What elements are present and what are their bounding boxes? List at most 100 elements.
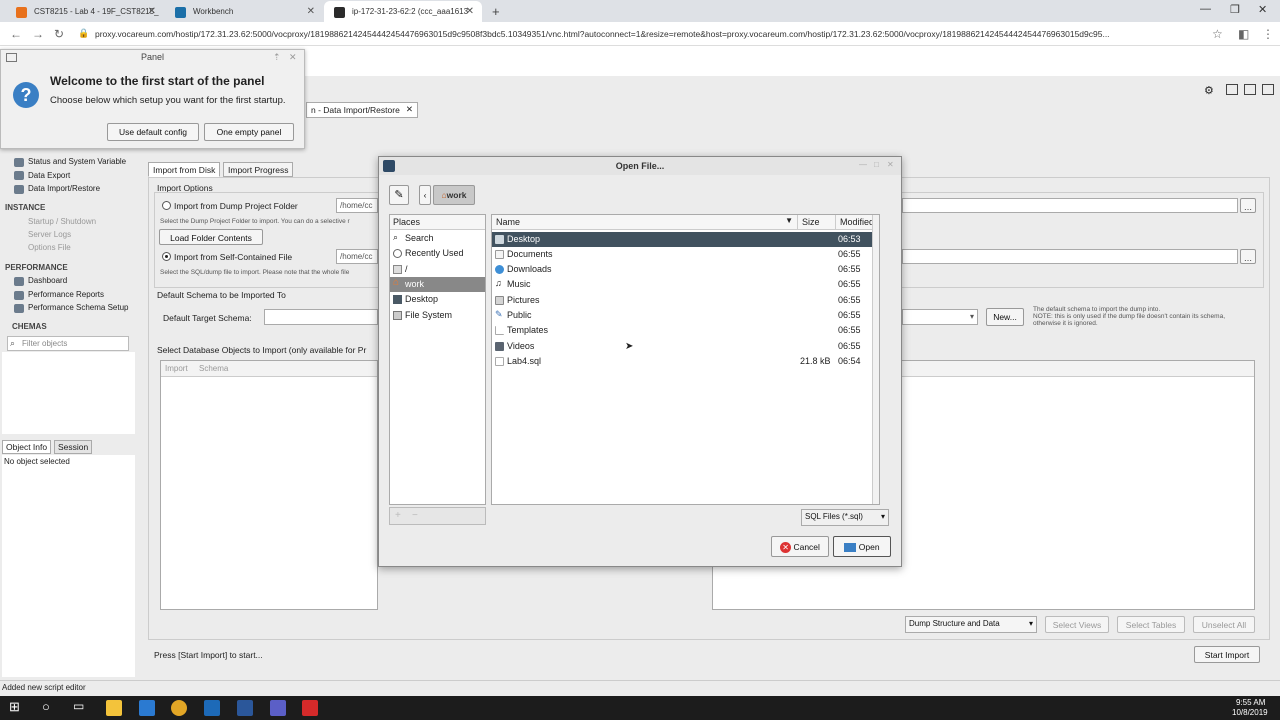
close-icon[interactable]: ✕ [307, 6, 315, 17]
sidebar-item-export[interactable]: Data Export [28, 171, 70, 180]
minimize-icon[interactable]: — [1200, 3, 1211, 15]
sidebar-item-dashboard[interactable]: Dashboard [28, 276, 67, 285]
remove-place-icon[interactable]: − [412, 510, 418, 521]
column-size[interactable]: Size [798, 215, 836, 230]
back-icon[interactable]: ← [10, 27, 22, 41]
file-row-lab4-sql[interactable]: Lab4.sql 21.8 kB 06:54 [492, 354, 879, 369]
schema-objects-table[interactable]: Import Schema [160, 360, 378, 610]
place-desktop[interactable]: Desktop [390, 292, 485, 307]
sidebar-item-status[interactable]: Status and System Variable [28, 157, 126, 166]
close-icon[interactable]: ✕ [289, 52, 297, 63]
reload-icon[interactable]: ↻ [54, 27, 64, 41]
file-list-scrollbar[interactable] [872, 215, 879, 504]
close-icon[interactable]: ✕ [148, 6, 156, 17]
place-work[interactable]: ⌂ work [390, 277, 485, 292]
select-tables-button[interactable]: Select Tables [1117, 616, 1185, 633]
chrome-icon[interactable] [171, 700, 187, 716]
file-type-filter[interactable]: SQL Files (*.sql) ▾ [801, 509, 889, 526]
default-target-select[interactable] [264, 309, 378, 325]
dump-folder-path[interactable]: /home/cc [336, 198, 378, 213]
task-view-icon[interactable]: ▭ [73, 699, 84, 713]
type-path-button[interactable]: ✎ [389, 185, 409, 205]
toggle-secondary-sidebar-icon[interactable] [1262, 84, 1274, 95]
file-explorer-icon[interactable] [106, 700, 122, 716]
clock-time[interactable]: 9:55 AM [1236, 698, 1265, 707]
sidebar-item-schema-setup[interactable]: Performance Schema Setup [28, 303, 129, 312]
tab-session[interactable]: Session [54, 440, 93, 454]
path-work-button[interactable]: ⌂work [433, 185, 475, 205]
pin-icon[interactable]: ⇡ [273, 52, 281, 63]
bookmark-star-icon[interactable]: ☆ [1212, 27, 1223, 41]
self-contained-path-tail[interactable] [902, 249, 1238, 264]
tab-workbench[interactable]: Workbench ✕ [165, 1, 323, 22]
filter-objects-input[interactable]: ⌕ Filter objects [7, 336, 129, 351]
dump-type-select[interactable]: Dump Structure and Data ▾ [905, 616, 1037, 633]
tab-import-progress[interactable]: Import Progress [223, 162, 294, 177]
restore-icon[interactable]: ❐ [1230, 3, 1240, 16]
dump-folder-path-tail[interactable] [902, 198, 1238, 213]
teams-icon[interactable] [270, 700, 286, 716]
outlook-icon[interactable] [204, 700, 220, 716]
path-back-button[interactable]: ‹ [419, 185, 431, 205]
file-row-desktop[interactable]: Desktop 06:53 [492, 232, 879, 247]
place-file-system[interactable]: File System [390, 308, 485, 323]
load-folder-button[interactable]: Load Folder Contents [159, 229, 263, 245]
column-name[interactable]: Name ▼ [492, 215, 798, 230]
toggle-output-icon[interactable] [1244, 84, 1256, 95]
cancel-button[interactable]: ✕ Cancel [771, 536, 829, 557]
extension-icon[interactable]: ◧ [1238, 27, 1249, 41]
file-row-templates[interactable]: Templates 06:55 [492, 323, 879, 338]
sidebar-item-import[interactable]: Data Import/Restore [28, 184, 100, 193]
close-icon[interactable]: ✕ [466, 6, 474, 17]
close-icon[interactable]: ✕ [887, 160, 894, 169]
tab-lab4[interactable]: CST8215 - Lab 4 - 19F_CST8215_ ✕ [6, 1, 164, 22]
tab-object-info[interactable]: Object Info [2, 440, 52, 454]
url-field[interactable]: proxy.vocareum.com/hostip/172.31.23.62:5… [95, 29, 1205, 39]
one-empty-panel-button[interactable]: One empty panel [204, 123, 294, 141]
sidebar-item-options[interactable]: Options File [28, 243, 71, 252]
file-row-public[interactable]: ✎ Public 06:55 [492, 308, 879, 323]
windows-start-icon[interactable]: ⊞ [9, 699, 20, 715]
place-recently-used[interactable]: Recently Used [390, 246, 485, 261]
search-icon[interactable]: ○ [42, 699, 50, 714]
add-place-icon[interactable]: + [395, 510, 401, 521]
new-tab-button[interactable]: + [492, 4, 500, 19]
tab-import-from-disk[interactable]: Import from Disk [148, 162, 221, 177]
toggle-sidebar-icon[interactable] [1226, 84, 1238, 95]
window-close-icon[interactable]: ✕ [1258, 3, 1267, 16]
unselect-all-button[interactable]: Unselect All [1193, 616, 1255, 633]
tab-vnc[interactable]: ip-172-31-23-62:2 (ccc_aaa1613 ✕ [324, 1, 482, 22]
word-icon[interactable] [237, 700, 253, 716]
select-views-button[interactable]: Select Views [1045, 616, 1109, 633]
forward-icon[interactable]: → [32, 27, 44, 41]
clock-date[interactable]: 10/8/2019 [1232, 708, 1268, 717]
default-target-select-tail[interactable]: ▾ [902, 309, 978, 325]
sidebar-item-logs[interactable]: Server Logs [28, 230, 71, 239]
edge-icon[interactable] [139, 700, 155, 716]
file-row-videos[interactable]: Videos 06:55 [492, 339, 879, 354]
start-import-button[interactable]: Start Import [1194, 646, 1260, 663]
browse-file-button[interactable]: … [1240, 249, 1256, 264]
radio-dump-folder[interactable] [162, 201, 171, 210]
place-search[interactable]: ⌕ Search [390, 231, 485, 246]
schema-tree[interactable] [2, 352, 135, 434]
sidebar-item-reports[interactable]: Performance Reports [28, 290, 104, 299]
browse-dump-button[interactable]: … [1240, 198, 1256, 213]
menu-icon[interactable]: ⋮ [1262, 27, 1274, 41]
doc-tab-import[interactable]: n - Data Import/Restore ✕ [306, 102, 418, 118]
close-icon[interactable]: ✕ [406, 104, 413, 115]
file-row-documents[interactable]: Documents 06:55 [492, 247, 879, 262]
radio-self-contained[interactable] [162, 252, 171, 261]
sidebar-item-startup[interactable]: Startup / Shutdown [28, 217, 96, 226]
minimize-icon[interactable]: — [859, 160, 867, 169]
file-row-downloads[interactable]: Downloads 06:55 [492, 262, 879, 277]
new-schema-button[interactable]: New... [986, 308, 1024, 326]
settings-icon[interactable]: ⚙ [1204, 84, 1214, 97]
app-r-icon[interactable] [302, 700, 318, 716]
file-row-pictures[interactable]: Pictures 06:55 [492, 293, 879, 308]
place-root[interactable]: / [390, 262, 485, 277]
open-button[interactable]: Open [833, 536, 891, 557]
self-contained-path[interactable]: /home/cc [336, 249, 378, 264]
file-row-music[interactable]: ♫ Music 06:55 [492, 277, 879, 292]
maximize-icon[interactable]: □ [874, 160, 879, 169]
